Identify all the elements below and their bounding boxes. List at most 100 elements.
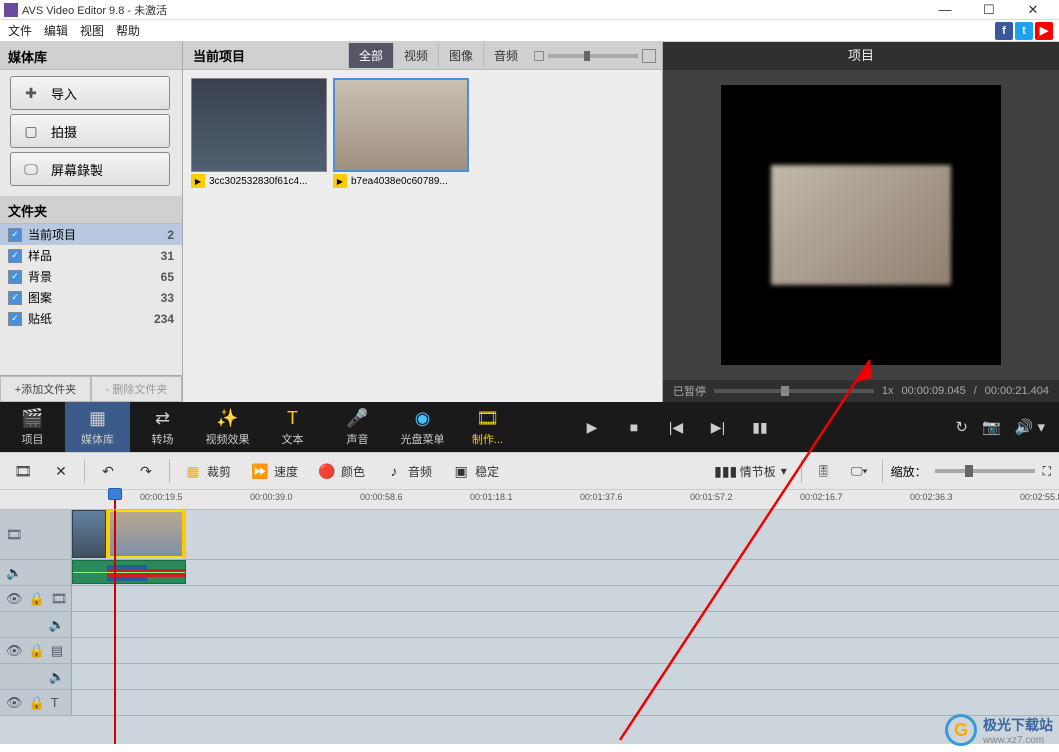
overlay-track-1[interactable]: 👁🔒🎞 (0, 586, 1059, 612)
tab-project[interactable]: 🎬项目 (0, 402, 65, 452)
trim-button[interactable]: ▦裁剪 (178, 459, 237, 483)
thumb-zoom-control[interactable] (528, 49, 662, 63)
media-tab-all[interactable]: 全部 (348, 43, 393, 68)
audio-button[interactable]: ♪音频 (379, 459, 438, 483)
ruler-mark: 00:01:37.6 (580, 492, 623, 502)
ruler-mark: 00:01:18.1 (470, 492, 513, 502)
color-button[interactable]: 🔴颜色 (312, 459, 371, 483)
close-button[interactable]: ✕ (1011, 0, 1055, 20)
media-tab-audio[interactable]: 音频 (483, 43, 528, 68)
timeline-audio-clip[interactable] (72, 560, 186, 584)
capture-button[interactable]: ▢拍摄 (10, 114, 170, 148)
stabilize-button[interactable]: ▣稳定 (446, 459, 505, 483)
lock-icon[interactable]: 🔒 (29, 695, 45, 711)
folder-item-stickers[interactable]: ✓贴纸234 (0, 308, 182, 329)
delete-folder-button[interactable]: - 删除文件夹 (91, 376, 182, 402)
timeline-ruler[interactable]: 00:00:19.5 00:00:39.0 00:00:58.6 00:01:1… (0, 490, 1059, 510)
mixer-icon[interactable]: 🎚 (810, 461, 837, 481)
tab-video-effects[interactable]: ✨视频效果 (195, 402, 260, 452)
youtube-icon[interactable]: ▶ (1035, 22, 1053, 40)
fit-icon[interactable]: ⛶ (1043, 464, 1051, 479)
timeline-clip-1[interactable] (72, 510, 106, 558)
eye-icon[interactable]: 👁 (6, 695, 23, 711)
maximize-button[interactable]: ☐ (967, 0, 1011, 20)
checkbox-icon[interactable]: ✓ (8, 228, 22, 242)
overlay-audio-1[interactable]: 🔈 (0, 612, 1059, 638)
menu-bar: 文件 编辑 视图 帮助 f t ▶ (0, 20, 1059, 42)
split-button[interactable]: ▮▮ (748, 419, 772, 436)
thumb-zoom-slider[interactable] (548, 54, 638, 58)
folder-item-patterns[interactable]: ✓图案33 (0, 287, 182, 308)
ruler-mark: 00:00:19.5 (140, 492, 183, 502)
produce-icon: 🎞 (476, 408, 499, 429)
tab-disc-menu[interactable]: ◉光盘菜单 (390, 402, 455, 452)
delete-button[interactable]: ✕ (46, 459, 76, 483)
overlay-track-2[interactable]: 👁🔒▤ (0, 638, 1059, 664)
camera-icon: ▢ (21, 123, 41, 140)
prev-button[interactable]: |◀ (664, 419, 688, 436)
import-button[interactable]: ✚导入 (10, 76, 170, 110)
minimize-button[interactable]: — (923, 0, 967, 20)
folder-item-samples[interactable]: ✓样品31 (0, 245, 182, 266)
menu-edit[interactable]: 编辑 (38, 22, 74, 39)
eye-icon[interactable]: 👁 (6, 591, 23, 607)
library-icon: ▦ (89, 408, 106, 429)
twitter-icon[interactable]: t (1015, 22, 1033, 40)
lock-icon[interactable]: 🔒 (29, 643, 45, 659)
preview-viewport[interactable] (663, 70, 1059, 380)
preview-seek-slider[interactable] (714, 389, 874, 393)
tab-transitions[interactable]: ⇄转场 (130, 402, 195, 452)
menu-file[interactable]: 文件 (2, 22, 38, 39)
facebook-icon[interactable]: f (995, 22, 1013, 40)
video-track[interactable]: 🎞 (0, 510, 1059, 560)
playhead[interactable] (114, 490, 116, 509)
loop-icon[interactable]: ↻ (955, 418, 968, 436)
checkbox-icon[interactable]: ✓ (8, 291, 22, 305)
media-tab-video[interactable]: 视频 (393, 43, 438, 68)
audio-track[interactable]: 🔈 (0, 560, 1059, 586)
window-titlebar: AVS Video Editor 9.8 - 未激活 — ☐ ✕ (0, 0, 1059, 20)
video-icon: ▶ (333, 174, 347, 188)
menu-view[interactable]: 视图 (74, 22, 110, 39)
media-tab-image[interactable]: 图像 (438, 43, 483, 68)
media-thumb-2[interactable]: ▶b7ea4038e0c60789... (333, 78, 469, 188)
lock-icon[interactable]: 🔒 (29, 591, 45, 607)
timeline-clip-2[interactable] (106, 510, 186, 558)
menu-help[interactable]: 帮助 (110, 22, 146, 39)
media-thumb-1[interactable]: ▶3cc302532830f61c4... (191, 78, 327, 188)
eye-icon[interactable]: 👁 (6, 643, 23, 659)
redo-button[interactable]: ↷ (131, 459, 161, 483)
volume-icon[interactable]: 🔊 ▾ (1015, 418, 1045, 436)
overlay-audio-2[interactable]: 🔈 (0, 664, 1059, 690)
preview-panel: 项目 已暂停 1x 00:00:09.045 / 00:00:21.404 (663, 42, 1059, 402)
screen-record-button[interactable]: 🖵屏幕錄製 (10, 152, 170, 186)
snapshot-icon[interactable]: 📷 (982, 418, 1001, 436)
tab-produce[interactable]: 🎞制作... (455, 402, 520, 452)
tab-audio[interactable]: 🎤声音 (325, 402, 390, 452)
tab-media-library[interactable]: ▦媒体库 (65, 402, 130, 452)
text-icon: T (287, 408, 298, 429)
timeline-zoom-slider[interactable] (935, 469, 1035, 473)
tab-text[interactable]: T文本 (260, 402, 325, 452)
timeline[interactable]: 🎞 🔈 👁🔒🎞 🔈 👁🔒▤ 🔈 👁🔒T (0, 510, 1059, 744)
speed-button[interactable]: ⏩速度 (245, 459, 304, 483)
storyboard-button[interactable]: ▮▮▮情节板▾ (711, 459, 793, 483)
clip-icon-button[interactable]: 🎞 (8, 459, 38, 483)
media-library-header: 媒体库 (0, 42, 182, 70)
folder-item-backgrounds[interactable]: ✓背景65 (0, 266, 182, 287)
playhead-handle-icon[interactable] (108, 488, 122, 500)
add-folder-button[interactable]: +添加文件夹 (0, 376, 91, 402)
checkbox-icon[interactable]: ✓ (8, 312, 22, 326)
folder-item-current[interactable]: ✓当前项目2 (0, 224, 182, 245)
preview-frame (771, 165, 951, 285)
play-button[interactable]: ▶ (580, 419, 604, 436)
undo-icon: ↶ (99, 462, 117, 480)
checkbox-icon[interactable]: ✓ (8, 249, 22, 263)
monitor-dropdown[interactable]: 🖵▾ (845, 461, 874, 482)
text-track[interactable]: 👁🔒T (0, 690, 1059, 716)
next-button[interactable]: ▶| (706, 419, 730, 436)
checkbox-icon[interactable]: ✓ (8, 270, 22, 284)
undo-button[interactable]: ↶ (93, 459, 123, 483)
stop-button[interactable]: ■ (622, 419, 646, 435)
main-toolbar: 🎬项目 ▦媒体库 ⇄转场 ✨视频效果 T文本 🎤声音 ◉光盘菜单 🎞制作... … (0, 402, 1059, 452)
